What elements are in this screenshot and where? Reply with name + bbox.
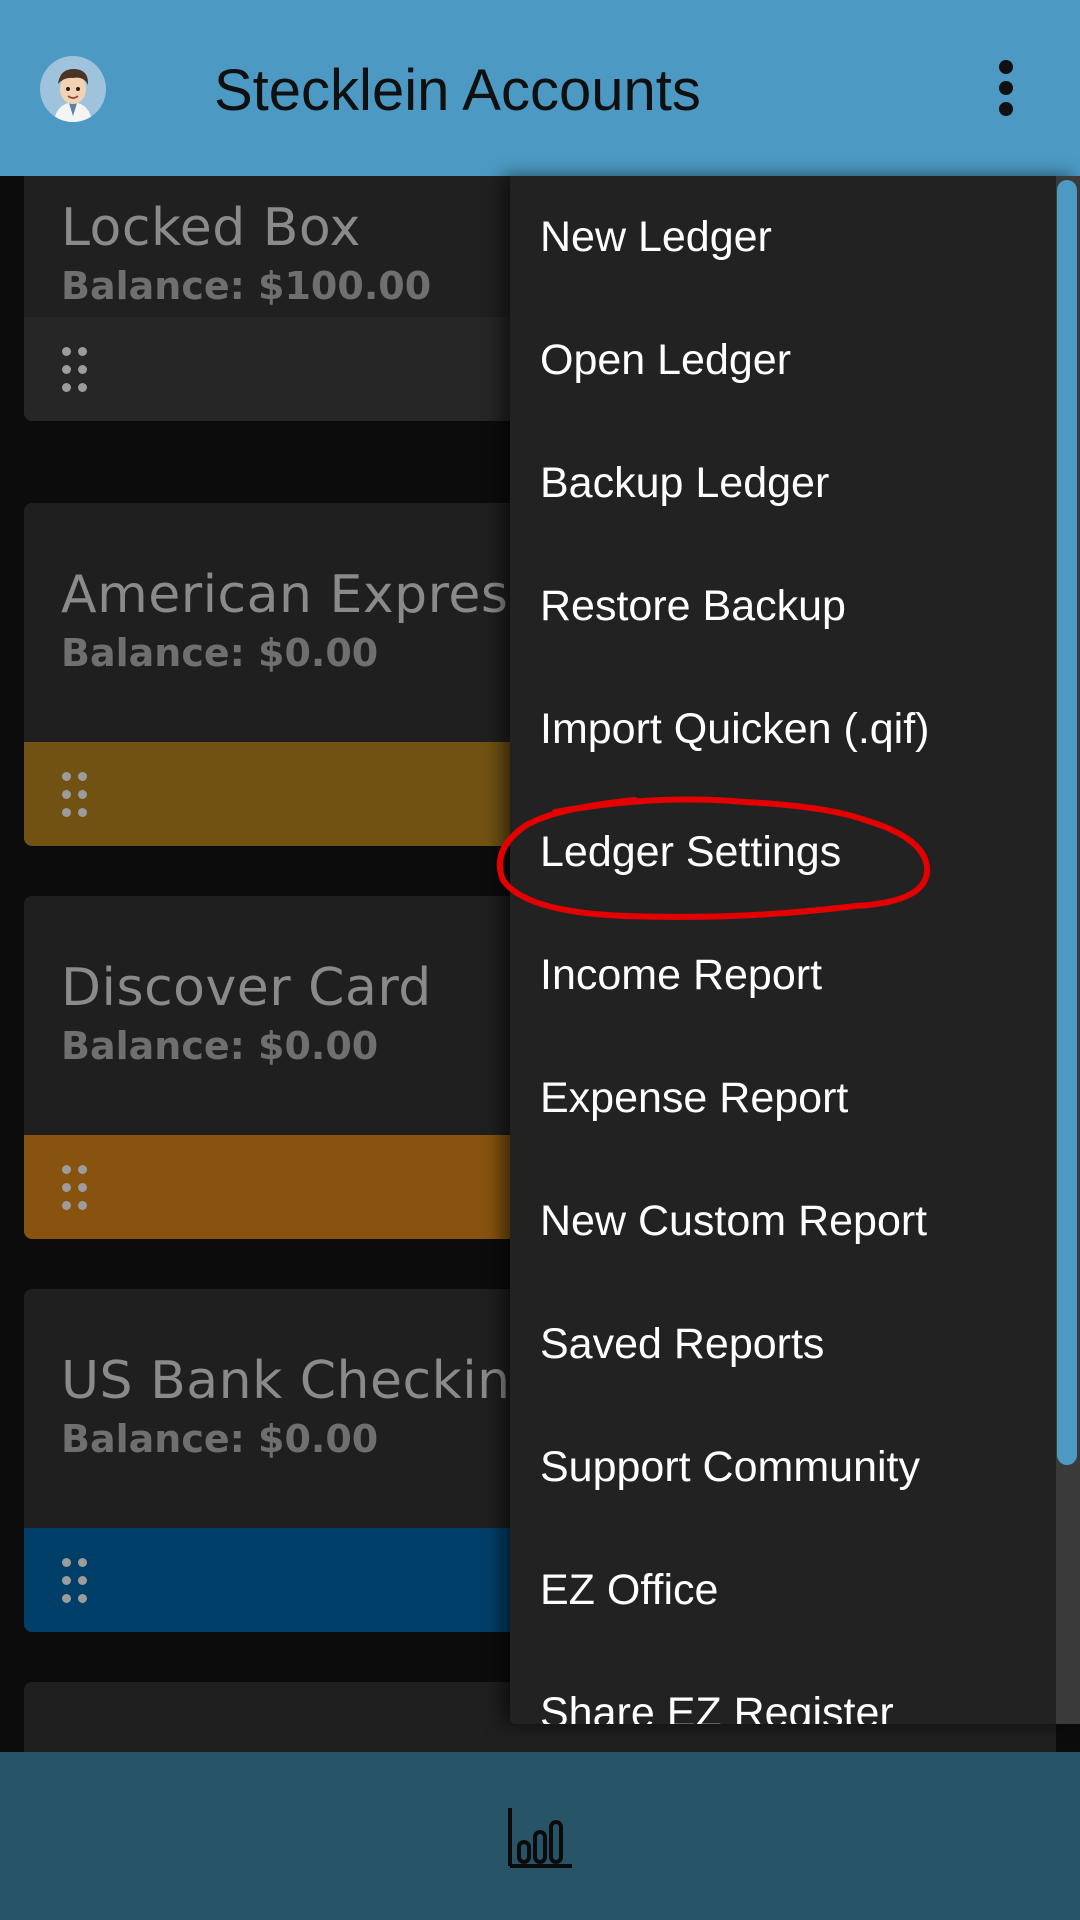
app-title: Stecklein Accounts	[214, 58, 701, 123]
menu-item-saved-reports[interactable]: Saved Reports	[540, 1283, 1050, 1406]
account-balance: Balance: $0.00	[61, 1024, 379, 1068]
menu-item-new-ledger[interactable]: New Ledger	[540, 176, 1050, 299]
menu-item-share-ez-register[interactable]: Share EZ Register	[540, 1652, 1050, 1724]
overflow-menu: New Ledger Open Ledger Backup Ledger Res…	[510, 176, 1080, 1724]
account-name: Discover Card	[61, 958, 432, 1018]
menu-item-import-quicken[interactable]: Import Quicken (.qif)	[540, 668, 1050, 791]
drag-handle-icon[interactable]	[62, 1558, 92, 1604]
app-bar: Stecklein Accounts	[0, 0, 1080, 176]
more-vert-icon[interactable]	[980, 52, 1032, 124]
account-balance: Balance: $0.00	[61, 631, 379, 675]
account-balance: Balance: $100.00	[61, 264, 432, 308]
account-name: American Express	[61, 565, 537, 625]
account-name: US Bank Checking	[61, 1351, 545, 1411]
drag-handle-icon[interactable]	[62, 347, 92, 393]
bar-chart-icon[interactable]	[506, 1806, 574, 1870]
menu-item-new-custom-report[interactable]: New Custom Report	[540, 1160, 1050, 1283]
drag-handle-icon[interactable]	[62, 1165, 92, 1211]
bottom-bar	[0, 1752, 1080, 1920]
menu-item-support-community[interactable]: Support Community	[540, 1406, 1050, 1529]
user-avatar-icon[interactable]	[40, 56, 106, 122]
menu-item-backup-ledger[interactable]: Backup Ledger	[540, 422, 1050, 545]
account-balance: Balance: $0.00	[61, 1417, 379, 1461]
menu-item-ez-office[interactable]: EZ Office	[540, 1529, 1050, 1652]
account-name: Locked Box	[61, 198, 361, 258]
menu-item-expense-report[interactable]: Expense Report	[540, 1037, 1050, 1160]
menu-item-ledger-settings[interactable]: Ledger Settings	[540, 791, 1050, 914]
menu-item-income-report[interactable]: Income Report	[540, 914, 1050, 1037]
drag-handle-icon[interactable]	[62, 772, 92, 818]
menu-scrollbar-thumb[interactable]	[1057, 180, 1077, 1465]
menu-item-open-ledger[interactable]: Open Ledger	[540, 299, 1050, 422]
menu-item-restore-backup[interactable]: Restore Backup	[540, 545, 1050, 668]
